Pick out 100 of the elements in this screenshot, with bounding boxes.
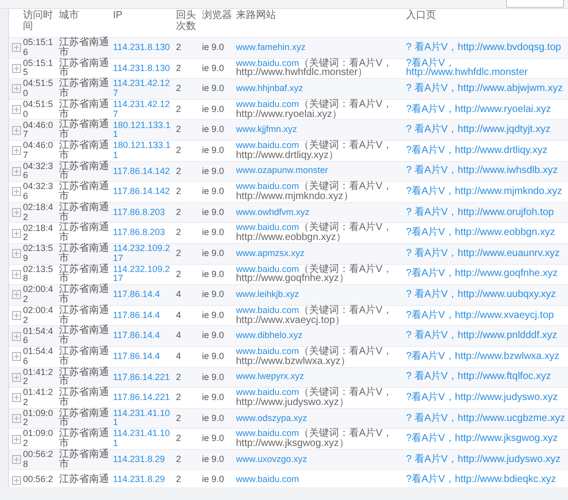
ip-link[interactable]: 117.86.8.203 (113, 208, 176, 218)
browser-cell-text: ie 9.0 (202, 228, 226, 238)
source-link[interactable]: www.baidu.com (236, 58, 300, 68)
entry-link[interactable]: ?看A片V，http://www.eobbgn.xyz (406, 228, 568, 238)
source-link[interactable]: www.lwepyrx.xyz (236, 371, 304, 382)
ip-link[interactable]: 117.86.8.203 (113, 228, 176, 238)
city-cell-text: 江苏省南通市 (59, 162, 110, 182)
expand-icon[interactable] (12, 270, 21, 279)
ip-link[interactable]: 114.232.109.217 (113, 264, 176, 284)
ip-link[interactable]: 117.86.14.4 (113, 310, 176, 320)
entry-link[interactable]: ? 看A片V，http://www.iwhsdlb.xyz (406, 166, 568, 176)
source-link[interactable]: www.baidu.com (236, 222, 300, 232)
source-link[interactable]: www.baidu.com (236, 140, 300, 150)
entry-link[interactable]: ?看A片V，http://www.drtliqy.xyz (406, 146, 568, 156)
expand-icon[interactable] (12, 166, 21, 176)
source-link[interactable]: www.kjjfmn.xyz (236, 124, 298, 134)
expand-icon[interactable] (12, 249, 21, 258)
expand-icon[interactable] (12, 372, 21, 382)
ip-link[interactable]: 114.231.41.101 (113, 408, 176, 428)
source-link[interactable]: www.apmzsx.xyz (236, 248, 305, 258)
source-link[interactable]: www.baidu.com (236, 474, 300, 484)
ip-link[interactable]: 117.86.14.221 (113, 372, 176, 382)
ip-link[interactable]: 117.86.14.142 (113, 166, 176, 176)
source-link[interactable]: www.ozapunw.monster (236, 165, 328, 176)
entry-link[interactable]: ?看A片V，http://www.mjmkndo.xyz (406, 187, 568, 197)
referrer-text: www.baidu.com（关键词：看A片V，http://www.xvaeycj.top） (236, 306, 394, 326)
expand-icon[interactable] (12, 187, 21, 196)
entry-link[interactable]: ?看A片V，http://www.hwhfdlc.monster (406, 58, 568, 78)
expand-icon[interactable] (12, 311, 21, 320)
entry-link[interactable]: ?看A片V，http://www.xvaeycj.top (406, 310, 568, 320)
entry-link[interactable]: ? 看A片V，http://www.ftqlfoc.xyz (406, 372, 568, 382)
column-header: 来路网站 (236, 11, 277, 22)
ip-link[interactable]: 114.231.42.127 (113, 79, 176, 99)
expand-icon[interactable] (12, 455, 21, 464)
entry-link[interactable]: ? 看A片V，http://www.judyswo.xyz (406, 454, 568, 465)
visit-count: 2 (176, 475, 182, 486)
entry-link[interactable]: ?看A片V，http://www.judyswo.xyz (406, 392, 568, 403)
city-cell-text: 江苏省南通市 (59, 368, 110, 388)
ip-link[interactable]: 114.231.42.127 (113, 100, 176, 120)
ip-link[interactable]: 117.86.14.142 (113, 187, 176, 197)
expand-icon[interactable] (12, 146, 21, 156)
expand-icon[interactable] (12, 126, 21, 135)
entry-link[interactable]: ? 看A片V，http://www.bvdoqsg.top (406, 42, 568, 53)
expand-icon[interactable] (12, 84, 21, 94)
expand-icon[interactable] (12, 228, 21, 238)
source-link[interactable]: www.baidu.com (236, 387, 300, 398)
ip-link[interactable]: 117.86.14.4 (113, 352, 176, 362)
column-header: 浏览器 (202, 11, 233, 22)
expand-icon[interactable] (12, 290, 21, 300)
expand-icon[interactable] (12, 208, 21, 218)
ip-link[interactable]: 114.231.8.29 (113, 454, 176, 464)
source-link[interactable]: www.baidu.com (236, 428, 300, 438)
column-header: 城市 (59, 11, 80, 22)
source-link[interactable]: www.owhdfvm.xyz (236, 206, 310, 217)
entry-link[interactable]: ? 看A片V，http://www.euaunrv.xyz (406, 248, 568, 259)
source-link[interactable]: www.baidu.com (236, 264, 300, 274)
source-link[interactable]: www.dibhelo.xyz (236, 330, 303, 340)
expand-icon[interactable] (12, 352, 21, 362)
expand-icon[interactable] (12, 105, 21, 114)
visit-time: 01:41:22 (23, 368, 54, 387)
city-cell-text: 江苏省南通市 (59, 326, 110, 346)
expand-icon[interactable] (12, 414, 21, 423)
entry-link[interactable]: ?看A片V，http://www.goqfnhe.xyz (406, 269, 568, 280)
entry-link[interactable]: ?看A片V，http://www.jksgwog.xyz (406, 434, 568, 444)
source-link[interactable]: www.leihkjb.xyz (236, 289, 300, 300)
ip-link[interactable]: 180.121.133.11 (113, 120, 176, 140)
entry-link[interactable]: ?看A片V，http://www.bdieqkc.xyz (406, 475, 568, 486)
entry-link[interactable]: ?看A片V，http://www.ryoelai.xyz (406, 104, 568, 114)
entry-link[interactable]: ? 看A片V，http://www.uubqxy.xyz (406, 290, 568, 300)
visit-count: 2 (176, 43, 182, 53)
ip-link[interactable]: 114.231.8.29 (113, 475, 176, 486)
expand-icon[interactable] (12, 476, 21, 485)
expand-icon[interactable] (12, 332, 21, 341)
source-link[interactable]: www.famehin.xyz (236, 42, 306, 52)
source-link[interactable]: www.baidu.com (236, 346, 300, 356)
ip-link[interactable]: 114.231.8.130 (113, 43, 176, 53)
expand-icon[interactable] (12, 64, 21, 73)
entry-link[interactable]: ? 看A片V，http://www.orujfoh.top (406, 208, 568, 218)
entry-link[interactable]: ? 看A片V，http://www.ucgbzme.xyz (406, 414, 568, 424)
source-link[interactable]: www.odszypa.xyz (236, 412, 308, 423)
entry-link[interactable]: ?看A片V，http://www.bzwlwxa.xyz (406, 352, 568, 362)
source-link[interactable]: www.uxovzgo.xyz (236, 454, 308, 464)
expand-icon[interactable] (12, 393, 21, 402)
ip-link[interactable]: 117.86.14.4 (113, 290, 176, 300)
ip-link[interactable]: 180.121.133.11 (113, 141, 176, 160)
source-link[interactable]: www.baidu.com (236, 181, 300, 192)
ip-link[interactable]: 117.86.14.4 (113, 331, 176, 341)
ip-link[interactable]: 114.231.41.101 (113, 429, 176, 449)
source-link[interactable]: www.hhjnbaf.xyz (236, 83, 304, 94)
source-link[interactable]: www.baidu.com (236, 304, 300, 315)
expand-icon[interactable] (12, 43, 21, 52)
entry-link[interactable]: ? 看A片V，http://www.pnldddf.xyz (406, 331, 568, 341)
ip-link[interactable]: 117.86.14.221 (113, 393, 176, 403)
referrer-text: www.baidu.com（关键词：看A片V，http://www.mjmkndo.xyz） (236, 182, 394, 202)
ip-link[interactable]: 114.232.109.217 (113, 244, 176, 264)
expand-icon[interactable] (12, 434, 21, 444)
entry-link[interactable]: ? 看A片V，http://www.abjwjwm.xyz (406, 84, 568, 94)
source-link[interactable]: www.baidu.com (236, 98, 300, 109)
entry-link[interactable]: ? 看A片V，http://www.jqdtyjt.xyz (406, 125, 568, 136)
ip-link[interactable]: 114.231.8.130 (113, 64, 176, 74)
